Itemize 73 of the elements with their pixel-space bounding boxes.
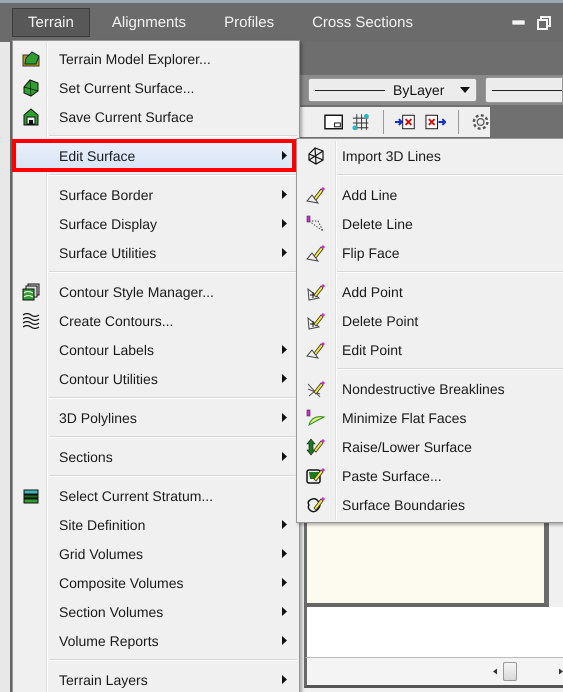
menu-item[interactable]: Surface Display [15,209,297,238]
menu-item[interactable]: Add Point [299,277,563,306]
menu-item[interactable]: Surface Utilities [15,238,297,267]
menu-item[interactable]: Select Current Stratum... [15,481,297,510]
menu-item[interactable]: Save Current Surface [15,102,297,131]
menu-item[interactable]: Volume Reports [15,626,297,655]
scroll-thumb[interactable] [503,662,517,681]
menu-item[interactable]: Contour Labels [15,335,297,364]
cube-icon [22,78,40,96]
wireframe-icon [307,146,325,164]
menu-bar-item[interactable]: Alignments [96,8,202,37]
submenu-arrow-icon [282,607,287,616]
menu-item[interactable]: Delete Point [299,306,563,335]
grid-icon[interactable] [351,112,370,132]
menu-item[interactable]: Surface Border [15,180,297,209]
menu-item[interactable]: Flip Face [299,238,563,267]
folder-icon [22,50,40,66]
submenu-arrow-icon [282,248,287,257]
menu-item[interactable]: Site Definition [15,510,297,539]
menu-item[interactable]: Minimize Flat Faces [299,403,563,432]
menu-item[interactable]: 3D Polylines [15,403,297,432]
restore-icon[interactable] [537,16,551,30]
linetype-dropdown[interactable]: ByLayer [308,78,477,102]
layers-icon [22,488,40,504]
menu-item[interactable]: Composite Volumes [15,568,297,597]
menu-item[interactable]: Paste Surface... [299,461,563,490]
submenu-arrow-icon [282,520,287,529]
submenu-arrow-icon [282,413,287,422]
menu-item[interactable]: Section Volumes [15,597,297,626]
export-icon[interactable] [424,112,446,130]
submenu-arrow-icon [282,345,287,354]
menu-item[interactable]: Contour Utilities [15,364,297,393]
submenu-arrow-icon [282,190,287,199]
boundary-icon [306,496,326,514]
menu-item[interactable]: Terrain Model Explorer... [15,44,297,73]
menu-bar-item[interactable]: Profiles [208,8,290,37]
menu-item[interactable]: Set Current Surface... [15,73,297,102]
submenu-arrow-icon [282,549,287,558]
menu-item[interactable]: Nondestructive Breaklines [299,374,563,403]
menu-item[interactable]: Grid Volumes [15,539,297,568]
scroll-right-icon[interactable] [559,667,563,676]
rectangle-icon[interactable] [324,112,344,130]
menu-item[interactable]: Add Line [299,180,563,209]
submenu-arrow-icon [282,151,287,160]
scroll-left-icon[interactable] [493,667,497,676]
submenu-arrow-icon [282,675,287,684]
submenu-arrow-icon [282,374,287,383]
lineweight-dropdown[interactable] [485,77,563,103]
menu-item[interactable]: Delete Line [299,209,563,238]
insert-icon[interactable] [395,112,417,130]
save-icon [22,108,40,126]
menu-item[interactable]: Sections [15,442,297,471]
menu-item[interactable]: Raise/Lower Surface [299,432,563,461]
menu-item[interactable]: Create Contours... [15,306,297,335]
menu-item[interactable]: Terrain Layers [15,665,297,692]
menu-item[interactable]: Import 3D Lines [299,141,563,170]
menu-item[interactable]: Contour Style Manager... [15,277,297,306]
paste-icon [306,466,326,484]
menu-bar-item[interactable]: Cross Sections [296,8,429,37]
scrollbar[interactable] [304,658,563,688]
menu-item[interactable]: Edit Point [299,335,563,364]
dropdown-arrow-icon [460,87,470,93]
submenu-arrow-icon [282,452,287,461]
menu-bar-item[interactable]: Terrain [12,8,90,37]
submenu-arrow-icon [282,636,287,645]
settings-icon[interactable] [470,112,490,132]
submenu-arrow-icon [282,219,287,228]
menu-item[interactable]: Surface Boundaries [299,490,563,519]
waves-icon [22,312,40,330]
submenu-arrow-icon [282,578,287,587]
arrow-pencil-icon [306,438,326,456]
minimize-icon[interactable] [512,20,525,26]
stack-icon [22,282,40,300]
